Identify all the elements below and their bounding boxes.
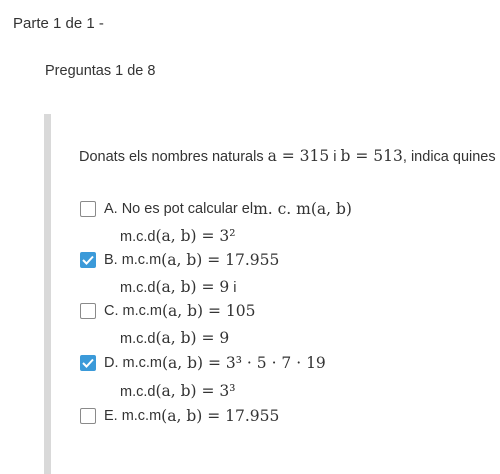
math-b-value: b = 513 [340, 147, 403, 165]
option-a-subline: m.c.d(a, b) = 3² [120, 227, 235, 245]
checkbox-a[interactable] [80, 201, 96, 217]
option-c[interactable]: C. m.c.m (a, b) = 105 [80, 300, 256, 322]
part-title: Parte 1 de 1 - [13, 15, 104, 32]
subline-math: (a, b) = 9 [155, 329, 230, 347]
option-text: m.c.m [121, 252, 162, 268]
subline-text: m.c.d [120, 331, 156, 347]
prompt-text-before: Donats els nombres naturals [79, 149, 268, 165]
subline-math: (a, b) = 9 [155, 278, 230, 296]
option-math: (a, b) = 17.955 [161, 251, 280, 269]
prompt-text-after: , indica quines d [402, 149, 500, 165]
option-text: m.c.m [122, 355, 162, 371]
subline-text: m.c.d [120, 280, 156, 296]
subline-text: m.c.d [120, 384, 156, 400]
option-c-subline: m.c.d(a, b) = 9 [120, 329, 229, 347]
checkbox-d[interactable] [80, 355, 96, 371]
checkbox-b[interactable] [80, 252, 96, 268]
option-a[interactable]: A. No es pot calcular el m. c. m(a, b) [80, 198, 352, 220]
option-letter: C. [104, 303, 119, 319]
subline-text: m.c.d [120, 229, 156, 245]
option-math: (a, b) = 105 [161, 302, 256, 320]
checkbox-c[interactable] [80, 303, 96, 319]
option-letter: B. [104, 252, 118, 268]
prompt-joiner: i [329, 149, 341, 165]
option-letter: D. [104, 355, 119, 371]
question-count: Preguntas 1 de 8 [45, 63, 156, 79]
subline-suffix: i [229, 280, 237, 296]
option-b-subline: m.c.d(a, b) = 9 i [120, 278, 237, 296]
option-text: m.c.m [122, 303, 162, 319]
option-text: No es pot calcular el [121, 201, 254, 217]
checkbox-e[interactable] [80, 408, 96, 424]
check-icon [82, 255, 94, 265]
option-b[interactable]: B. m.c.m (a, b) = 17.955 [80, 249, 279, 271]
question-prompt: Donats els nombres naturals a = 315 i b … [79, 147, 500, 165]
option-d-subline: m.c.d(a, b) = 3³ [120, 382, 235, 400]
math-a-value: a = 315 [267, 147, 330, 165]
question-panel: Donats els nombres naturals a = 315 i b … [44, 114, 500, 474]
option-e[interactable]: E. m.c.m (a, b) = 17.955 [80, 405, 279, 427]
option-math: m. c. m(a, b) [253, 200, 352, 218]
option-math: (a, b) = 17.955 [161, 407, 280, 425]
option-letter: A. [104, 201, 118, 217]
check-icon [82, 358, 94, 368]
subline-math: (a, b) = 3³ [155, 382, 236, 400]
option-letter: E. [104, 408, 118, 424]
option-text: m.c.m [121, 408, 162, 424]
subline-math: (a, b) = 3² [155, 227, 236, 245]
option-d[interactable]: D. m.c.m (a, b) = 3³ · 5 · 7 · 19 [80, 352, 326, 374]
option-math: (a, b) = 3³ · 5 · 7 · 19 [161, 354, 326, 372]
